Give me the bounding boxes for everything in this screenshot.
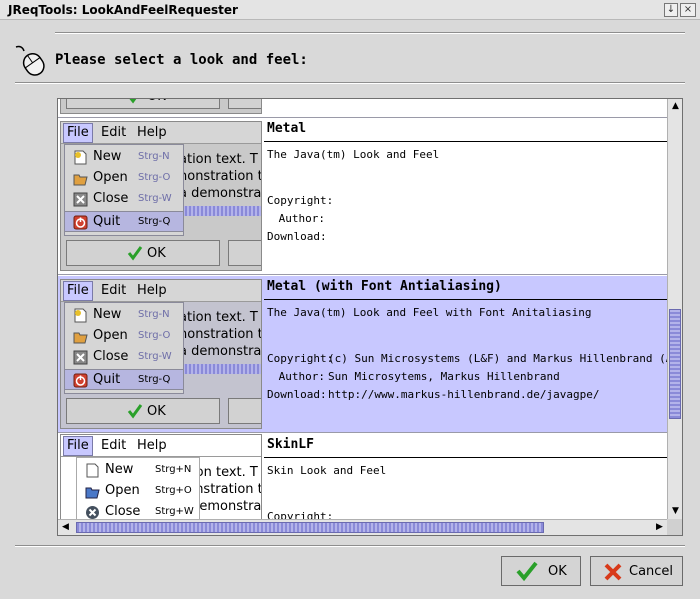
new-icon [86, 463, 99, 478]
preview-file-menu: New Strg-N Open Strg-O Close Strg-W Quit Str… [64, 302, 184, 394]
scroll-left-icon[interactable]: ◀ [58, 520, 73, 535]
open-folder-icon [73, 174, 88, 186]
preview-menubar: File Edit Help [61, 435, 261, 457]
laf-download: http://www.markus-hillenbrand.de/javagpe… [328, 388, 600, 401]
preview-menu-edit: Edit [101, 283, 127, 298]
preview-item-quit: Quit Strg-Q [65, 369, 183, 390]
iconify-button[interactable]: ↓ [664, 3, 678, 17]
preview-menu-file: File [63, 436, 93, 456]
open-folder-icon [73, 332, 88, 344]
preview-item-new: New Strg+N [77, 460, 195, 481]
preview-item-open: Open Strg+O [77, 481, 195, 502]
preview-text: a demonstra [179, 344, 262, 359]
preview-item-close: Close Strg-W [65, 347, 183, 368]
window-title: JReqTools: LookAndFeelRequester [8, 3, 238, 17]
top-separator [55, 32, 685, 34]
laf-name: Metal [264, 118, 667, 142]
laf-list[interactable]: OK File Edit Help ation text. T nonstrat… [57, 98, 683, 536]
vertical-scroll-thumb[interactable] [669, 309, 681, 419]
preview-item-open: Open Strg-O [65, 168, 183, 189]
quit-icon [73, 373, 88, 388]
preview-item-new: New Strg-N [65, 305, 183, 326]
preview-menu-file: File [63, 281, 93, 301]
preview-text: nonstration t [179, 327, 262, 342]
preview-menu-help: Help [137, 438, 167, 453]
preview-text: ation text. T [179, 152, 258, 167]
preview-item-quit: Quit Strg-Q [65, 211, 183, 232]
check-icon [127, 404, 143, 419]
list-item-selected[interactable]: File Edit Help ation text. T nonstration… [58, 276, 667, 433]
preview-text: ation text. T [179, 310, 258, 325]
laf-preview: OK [60, 99, 262, 114]
laf-description: Skin Look and Feel [267, 464, 387, 477]
cancel-x-icon [604, 563, 622, 581]
preview-item-close: Close Strg+W [77, 502, 195, 519]
close-icon [73, 350, 88, 365]
preview-file-menu: New Strg-N Open Strg-O Close Strg-W Quit Str… [64, 144, 184, 236]
new-icon [74, 150, 87, 165]
close-icon [86, 506, 99, 519]
preview-menu-edit: Edit [101, 438, 127, 453]
title-bar[interactable]: JReqTools: LookAndFeelRequester ↓ × [0, 0, 700, 20]
mouse-icon [15, 45, 45, 76]
vertical-scrollbar[interactable]: ▲ ▼ [667, 99, 682, 519]
close-button[interactable]: × [680, 3, 696, 17]
laf-description: The Java(tm) Look and Feel [267, 148, 440, 161]
close-icon [73, 192, 88, 207]
laf-description: The Java(tm) Look and Feel with Font Ani… [267, 306, 592, 319]
preview-menu-help: Help [137, 283, 167, 298]
preview-ok-button: OK [66, 398, 220, 424]
laf-preview: File Edit Help ation text. T nonstration… [60, 434, 262, 519]
scroll-down-icon[interactable]: ▼ [668, 504, 682, 519]
preview-ok-button: OK [66, 99, 220, 109]
preview-menu-file: File [63, 123, 93, 143]
check-icon [129, 99, 137, 104]
horizontal-scroll-thumb[interactable] [76, 522, 544, 533]
check-icon [127, 246, 143, 261]
quit-icon [73, 215, 88, 230]
preview-item-open: Open Strg-O [65, 326, 183, 347]
list-item[interactable]: File Edit Help ation text. T nonstration… [58, 434, 667, 519]
preview-text: a demonstra [179, 186, 262, 201]
laf-author: Sun Microsytems, Markus Hillenbrand [328, 370, 560, 383]
horizontal-scrollbar[interactable]: ◀ ▶ [58, 519, 667, 535]
laf-preview: File Edit Help ation text. T nonstration… [60, 121, 262, 271]
new-icon [74, 308, 87, 323]
laf-copyright: (c) Sun Microsystems (L&F) and Markus Hi… [328, 352, 667, 365]
header-separator [15, 82, 685, 84]
preview-menu-edit: Edit [101, 125, 127, 140]
footer-separator [15, 545, 685, 547]
ok-button[interactable]: OK [501, 556, 581, 586]
laf-name: Metal (with Font Antialiasing) [264, 276, 667, 300]
open-folder-icon [85, 487, 100, 499]
preview-ok-button: OK [66, 240, 220, 266]
list-item[interactable]: OK [58, 99, 667, 118]
laf-preview: File Edit Help ation text. T nonstration… [60, 279, 262, 429]
prompt-label: Please select a look and feel: [55, 52, 308, 68]
laf-name: SkinLF [264, 434, 667, 458]
preview-file-menu: New Strg+N Open Strg+O Close Strg+W [76, 457, 200, 519]
cancel-button[interactable]: Cancel [590, 556, 683, 586]
preview-menubar: File Edit Help [61, 122, 261, 144]
scroll-right-icon[interactable]: ▶ [652, 520, 667, 535]
preview-text: nonstration t [179, 169, 262, 184]
preview-menubar: File Edit Help [61, 280, 261, 302]
preview-menu-help: Help [137, 125, 167, 140]
preview-item-close: Close Strg-W [65, 189, 183, 210]
scroll-up-icon[interactable]: ▲ [668, 99, 682, 114]
preview-item-new: New Strg-N [65, 147, 183, 168]
list-item[interactable]: File Edit Help ation text. T nonstration… [58, 118, 667, 275]
check-icon [516, 561, 538, 581]
